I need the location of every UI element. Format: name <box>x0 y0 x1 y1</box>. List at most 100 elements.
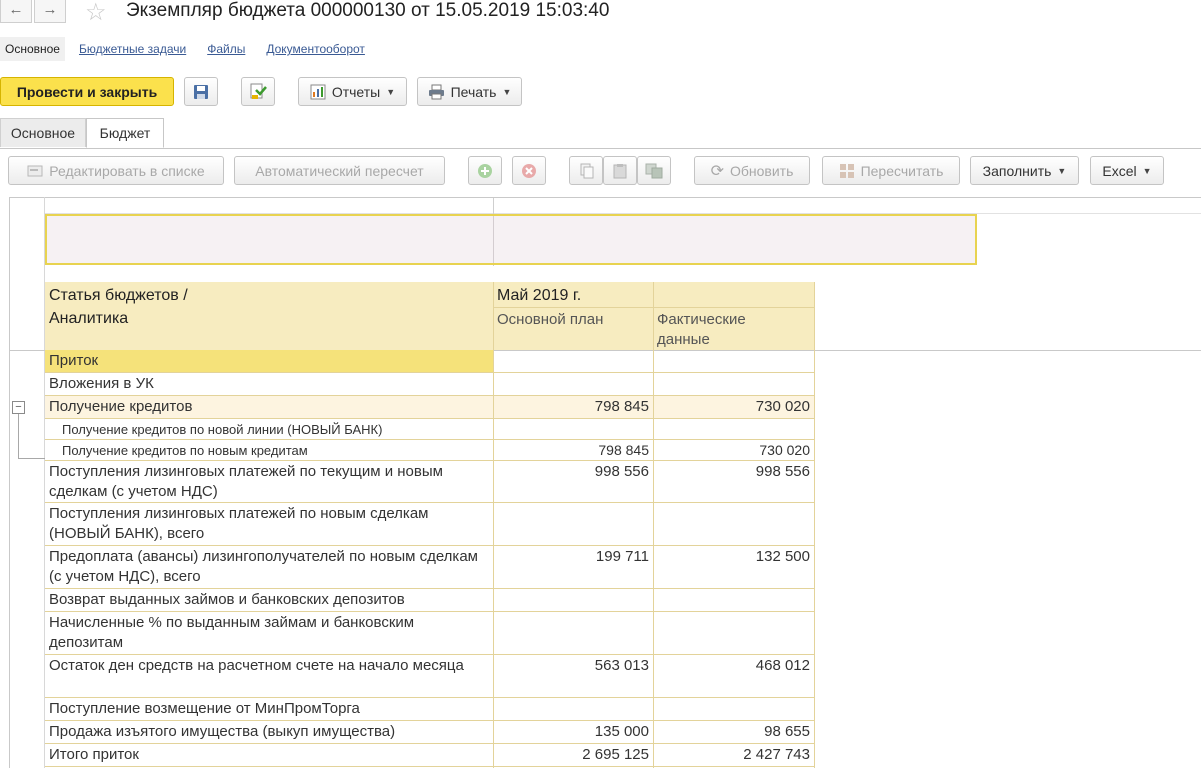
plan-value-cell[interactable] <box>493 419 653 440</box>
budget-item-name[interactable]: Поступления лизинговых платежей по новым… <box>45 503 493 546</box>
header-plan: Основной план <box>497 311 604 328</box>
plan-value-cell[interactable] <box>493 589 653 612</box>
plan-value-cell[interactable]: 135 000 <box>493 721 653 744</box>
nav-link-main[interactable]: Основное <box>0 37 65 61</box>
copy-button[interactable] <box>569 156 603 185</box>
plan-value-cell[interactable]: 998 556 <box>493 461 653 503</box>
reports-label: Отчеты <box>331 83 381 100</box>
fact-value-cell[interactable] <box>653 612 814 655</box>
plan-value-cell[interactable] <box>493 503 653 546</box>
forward-button[interactable]: → <box>34 0 66 23</box>
budget-item-name[interactable]: Начисленные % по выданным займам и банко… <box>45 612 493 655</box>
header-fact: Фактические данные <box>653 309 814 349</box>
fact-value-cell[interactable] <box>653 698 814 721</box>
fact-value-cell[interactable] <box>653 503 814 546</box>
budget-item-name[interactable]: Получение кредитов по новым кредитам <box>45 440 493 461</box>
fact-value-cell[interactable]: 730 020 <box>653 396 814 419</box>
fill-button[interactable]: Заполнить ▼ <box>970 156 1079 185</box>
dropdown-caret-icon: ▼ <box>386 86 396 97</box>
budget-item-name[interactable]: Возврат выданных займов и банковских деп… <box>45 589 493 612</box>
printer-icon <box>428 84 444 99</box>
floppy-disk-icon <box>194 84 208 99</box>
budget-item-name[interactable]: Получение кредитов <box>45 396 493 419</box>
budget-item-name[interactable]: Поступление возмещение от МинПромТорга <box>45 698 493 721</box>
header-grid-line <box>493 307 814 308</box>
paste-button[interactable] <box>603 156 637 185</box>
recalculate-button[interactable]: Пересчитать <box>822 156 960 185</box>
copy-icon <box>580 163 594 178</box>
outline-bracket-line <box>18 414 19 458</box>
print-button[interactable]: Печать ▼ <box>417 77 522 106</box>
budget-item-name[interactable]: Поступления лизинговых платежей по текущ… <box>45 461 493 503</box>
fill-label: Заполнить <box>982 162 1052 179</box>
dropdown-caret-icon: ▼ <box>502 86 512 97</box>
fact-value-cell[interactable]: 2 427 743 <box>653 744 814 767</box>
fact-value-cell[interactable] <box>653 589 814 612</box>
form-navigation: Основное Бюджетные задачи Файлы Документ… <box>0 36 386 62</box>
nav-link-budget-tasks[interactable]: Бюджетные задачи <box>79 42 186 56</box>
header-fact-line1: Фактические <box>657 311 746 328</box>
paste-icon <box>613 163 627 178</box>
excel-button[interactable]: Excel ▼ <box>1090 156 1164 185</box>
budget-item-name[interactable]: Предоплата (авансы) лизингополучателей п… <box>45 546 493 589</box>
back-arrow-icon: ← <box>8 1 24 18</box>
paste-special-button[interactable] <box>637 156 671 185</box>
collapse-group-icon[interactable]: − <box>12 401 25 414</box>
delete-icon <box>522 163 536 178</box>
fact-value-cell[interactable] <box>653 419 814 440</box>
column-grid-line <box>493 282 494 768</box>
fact-value-cell[interactable]: 468 012 <box>653 655 814 698</box>
dropdown-caret-icon: ▼ <box>1057 165 1067 176</box>
document-title: Экземпляр бюджета 000000130 от 15.05.201… <box>126 0 610 21</box>
print-label: Печать <box>450 83 497 100</box>
fact-value-cell[interactable]: 998 556 <box>653 461 814 503</box>
nav-link-files[interactable]: Файлы <box>207 42 245 56</box>
plan-value-cell[interactable] <box>493 350 653 373</box>
forward-arrow-icon: → <box>42 1 58 18</box>
selected-cell-range[interactable] <box>45 214 977 265</box>
delete-row-button[interactable] <box>512 156 546 185</box>
edit-list-icon <box>27 165 43 176</box>
plan-value-cell[interactable]: 199 711 <box>493 546 653 589</box>
budget-item-name[interactable]: Итого приток <box>45 744 493 767</box>
dropdown-caret-icon: ▼ <box>1142 165 1152 176</box>
edit-in-list-label: Редактировать в списке <box>49 162 205 179</box>
auto-recalc-button[interactable]: Автоматический пересчет <box>234 156 445 185</box>
refresh-button[interactable]: ⟳ Обновить <box>694 156 810 185</box>
reports-button[interactable]: Отчеты ▼ <box>298 77 407 106</box>
budget-item-name[interactable]: Приток <box>45 350 493 373</box>
edit-in-list-button[interactable]: Редактировать в списке <box>8 156 224 185</box>
plan-value-cell[interactable] <box>493 698 653 721</box>
budget-item-name[interactable]: Получение кредитов по новой линии (НОВЫЙ… <box>45 419 493 440</box>
fact-value-cell[interactable]: 730 020 <box>653 440 814 461</box>
budget-item-name[interactable]: Остаток ден средств на расчетном счете н… <box>45 655 493 698</box>
fact-value-cell[interactable]: 98 655 <box>653 721 814 744</box>
sheet-left-border <box>9 197 10 768</box>
form-tabs: Основное Бюджет <box>0 118 1201 149</box>
favorite-star-icon[interactable]: ☆ <box>85 0 107 27</box>
plan-value-cell[interactable] <box>493 373 653 396</box>
fact-value-cell[interactable] <box>653 350 814 373</box>
post-and-close-button[interactable]: Провести и закрыть <box>0 77 174 106</box>
plan-value-cell[interactable]: 2 695 125 <box>493 744 653 767</box>
plan-value-cell[interactable] <box>493 612 653 655</box>
plan-value-cell[interactable]: 563 013 <box>493 655 653 698</box>
recalculate-label: Пересчитать <box>860 162 944 179</box>
back-button[interactable]: ← <box>0 0 32 23</box>
sheet-top-border <box>9 197 1201 198</box>
budget-item-name[interactable]: Продажа изъятого имущества (выкуп имущес… <box>45 721 493 744</box>
nav-link-document-flow[interactable]: Документооборот <box>266 42 365 56</box>
add-row-button[interactable] <box>468 156 502 185</box>
paste-special-icon <box>645 163 663 178</box>
excel-label: Excel <box>1102 162 1137 179</box>
refresh-label: Обновить <box>730 162 794 179</box>
plan-value-cell[interactable]: 798 845 <box>493 440 653 461</box>
plan-value-cell[interactable]: 798 845 <box>493 396 653 419</box>
save-button[interactable] <box>184 77 218 106</box>
tab-main[interactable]: Основное <box>0 118 86 147</box>
post-button[interactable] <box>241 77 275 106</box>
tab-budget[interactable]: Бюджет <box>86 118 164 148</box>
fact-value-cell[interactable]: 132 500 <box>653 546 814 589</box>
budget-item-name[interactable]: Вложения в УК <box>45 373 493 396</box>
fact-value-cell[interactable] <box>653 373 814 396</box>
